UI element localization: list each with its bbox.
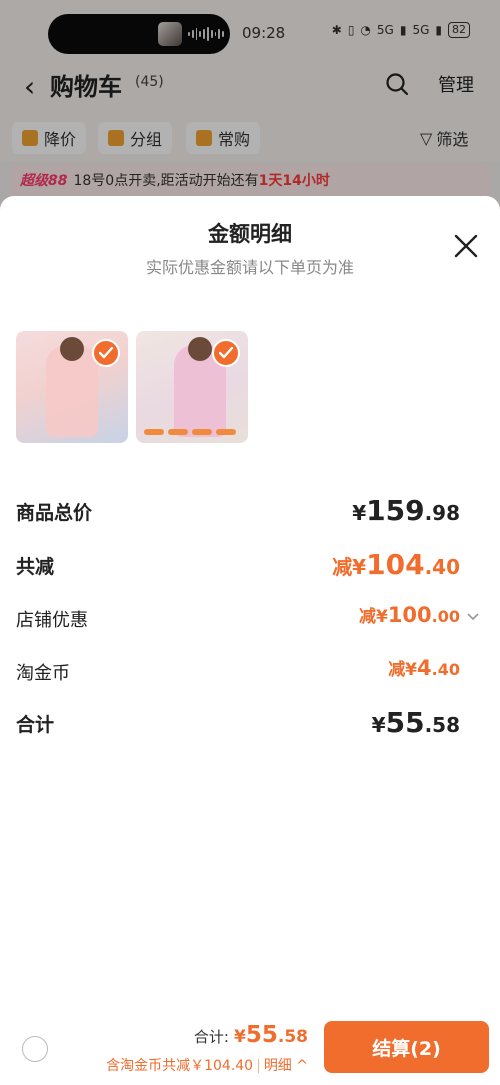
value-prefix: ¥	[352, 501, 367, 525]
row-total-discount: 共减 减¥104.40	[16, 548, 476, 584]
value-prefix: 减¥	[358, 607, 388, 627]
row-value: 减¥104.40	[332, 548, 460, 581]
check-icon[interactable]	[212, 339, 240, 367]
product-feature-tags	[144, 429, 236, 435]
value-dec: .98	[424, 501, 460, 525]
sheet-subtitle: 实际优惠金额请以下单页为准	[145, 258, 354, 277]
discount-summary: 含淘金币共减￥104.40	[106, 1058, 254, 1074]
product-thumbnail[interactable]	[136, 331, 248, 443]
close-icon[interactable]	[452, 232, 480, 260]
total-int: 55	[245, 1022, 278, 1048]
product-image-head	[188, 337, 212, 361]
row-shop-discount[interactable]: 店铺优惠 减¥100.00	[16, 602, 479, 638]
row-value: 减¥4.40	[388, 655, 460, 680]
total-price: 合计: ¥55.58	[194, 1022, 308, 1048]
selected-products	[16, 331, 248, 443]
row-value: 减¥100.00	[359, 602, 460, 627]
row-label: 共减	[16, 556, 55, 578]
value-dec: .40	[431, 660, 460, 679]
row-label: 商品总价	[16, 502, 93, 524]
value-int: 100	[387, 603, 432, 627]
row-coin-discount: 淘金币 减¥4.40	[16, 655, 476, 691]
total-dec: .58	[277, 1027, 308, 1047]
row-total: 合计 ¥55.58	[16, 706, 476, 742]
row-label: 淘金币	[16, 663, 70, 684]
row-label: 合计	[16, 714, 55, 736]
checkout-button[interactable]: 结算(2)	[324, 1021, 489, 1073]
discount-detail-toggle[interactable]: 含淘金币共减￥104.40 | 明细 ^	[106, 1055, 308, 1075]
value-int: 104	[366, 548, 425, 581]
sheet-title: 金额明细	[208, 222, 292, 246]
price-detail-sheet: 金额明细 实际优惠金额请以下单页为准 商品总价 ¥159.98 共减 减¥104…	[0, 196, 500, 1085]
checkout-bar: 合计: ¥55.58 含淘金币共减￥104.40 | 明细 ^ 结算(2)	[0, 1010, 500, 1085]
value-dec: .00	[431, 607, 460, 626]
product-thumbnail[interactable]	[16, 331, 128, 443]
total-currency: ¥	[234, 1027, 246, 1047]
chevron-up-icon: ^	[296, 1058, 308, 1074]
product-image-head	[60, 337, 84, 361]
divider: |	[256, 1058, 261, 1074]
detail-label: 明细	[263, 1058, 292, 1074]
value-int: 55	[385, 706, 425, 739]
row-label: 店铺优惠	[16, 610, 88, 631]
row-subtotal: 商品总价 ¥159.98	[16, 494, 476, 530]
value-prefix: 减¥	[332, 555, 367, 579]
value-int: 4	[417, 656, 432, 680]
value-dec: .40	[424, 555, 460, 579]
value-prefix: 减¥	[388, 660, 418, 680]
value-prefix: ¥	[371, 713, 386, 737]
chevron-down-icon[interactable]	[466, 610, 480, 624]
row-value: ¥159.98	[352, 494, 460, 527]
row-value: ¥55.58	[372, 706, 460, 739]
select-all-radio[interactable]	[22, 1036, 48, 1062]
total-label: 合计:	[193, 1028, 229, 1046]
check-icon[interactable]	[92, 339, 120, 367]
value-int: 159	[366, 494, 425, 527]
value-dec: .58	[424, 713, 460, 737]
